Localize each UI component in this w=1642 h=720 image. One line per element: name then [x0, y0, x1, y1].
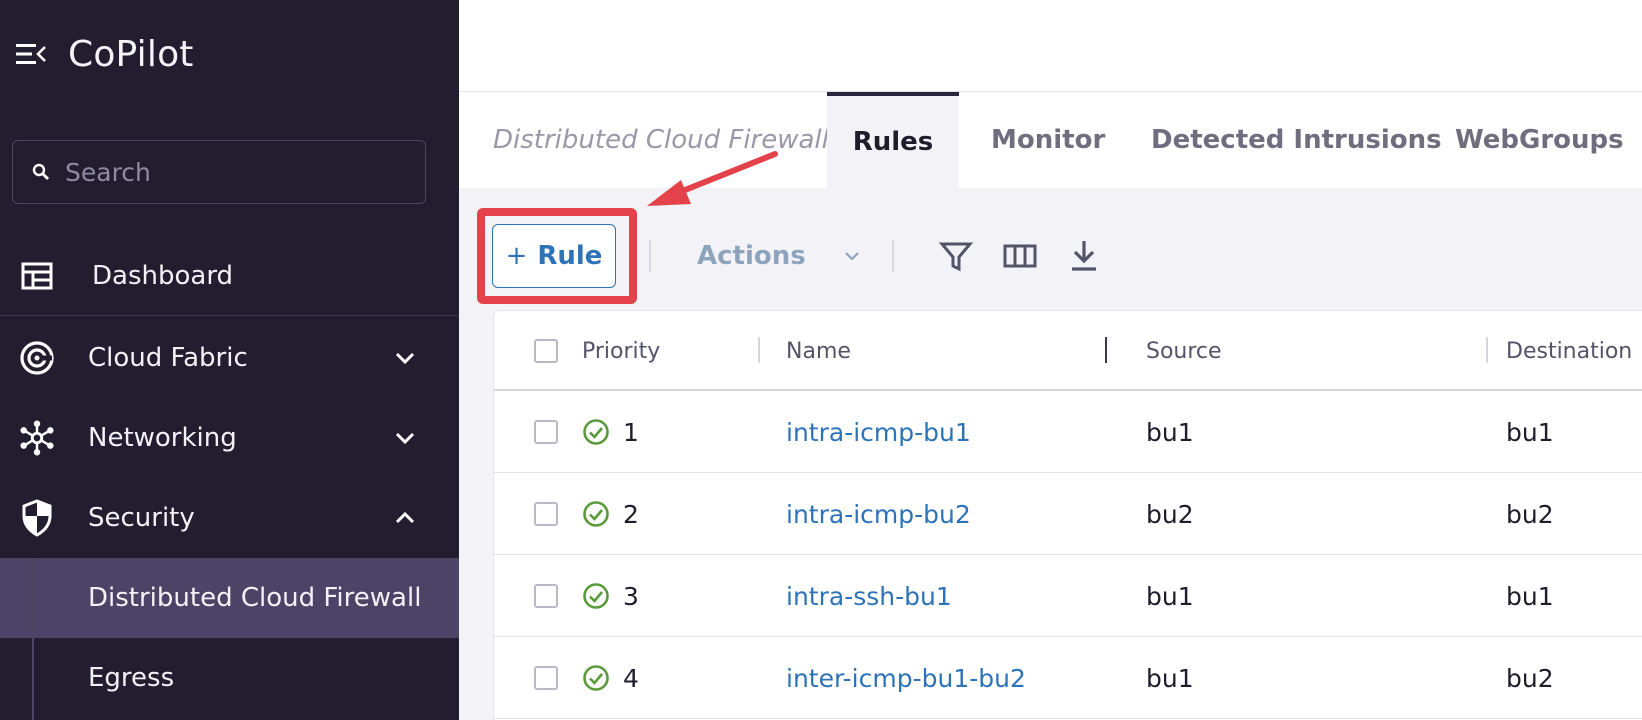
table-row[interactable]: 1 intra-icmp-bu1 bu1 bu1	[494, 391, 1642, 473]
table-row[interactable]: 2 intra-icmp-bu2 bu2 bu2	[494, 473, 1642, 555]
column-separator[interactable]	[758, 337, 760, 363]
column-header-priority[interactable]: Priority	[582, 311, 660, 391]
column-separator[interactable]	[1486, 337, 1488, 363]
sidebar-item-label: Networking	[88, 423, 237, 453]
submenu-guide-line	[32, 558, 34, 720]
chevron-up-icon[interactable]	[392, 505, 418, 531]
table-row[interactable]: 4 inter-icmp-bu1-bu2 bu1 bu2	[494, 637, 1642, 719]
sidebar-subitem-label: Egress	[88, 663, 175, 693]
add-rule-label: Rule	[537, 241, 603, 271]
cell-source: bu1	[1146, 581, 1194, 611]
cell-priority: 1	[623, 417, 639, 447]
column-header-destination[interactable]: Destination	[1506, 311, 1632, 391]
sidebar-item-label: Dashboard	[92, 260, 234, 291]
cell-name-link[interactable]: intra-ssh-bu1	[786, 555, 952, 637]
networking-icon	[18, 419, 56, 457]
toolbar: + Rule Actions	[459, 188, 1642, 306]
row-checkbox[interactable]	[534, 584, 558, 608]
cell-name-link[interactable]: intra-icmp-bu2	[786, 473, 971, 555]
table-header: Priority Name Source Destination	[494, 311, 1642, 391]
row-checkbox[interactable]	[534, 666, 558, 690]
cell-name-link[interactable]: inter-icmp-bu1-bu2	[786, 637, 1026, 719]
tab-monitor[interactable]: Monitor	[991, 92, 1105, 188]
app-title: CoPilot	[68, 33, 194, 75]
column-resize-handle[interactable]	[1105, 337, 1107, 363]
dashboard-icon	[18, 257, 56, 295]
top-bar	[459, 0, 1642, 92]
cell-priority: 3	[623, 581, 639, 611]
sidebar-subitem-distributed-cloud-firewall[interactable]: Distributed Cloud Firewall	[0, 558, 459, 638]
cell-source: bu1	[1146, 417, 1194, 447]
add-rule-button[interactable]: + Rule	[492, 224, 616, 288]
tab-detected-intrusions[interactable]: Detected Intrusions	[1151, 92, 1442, 188]
cell-destination: bu2	[1506, 499, 1554, 529]
tab-webgroups[interactable]: WebGroups	[1455, 92, 1624, 188]
breadcrumb: Distributed Cloud Firewall	[493, 125, 829, 155]
collapse-menu-icon[interactable]	[16, 42, 46, 66]
toolbar-divider	[892, 240, 894, 272]
tab-rules[interactable]: Rules	[827, 92, 959, 188]
shield-icon	[18, 499, 56, 537]
rules-table: Priority Name Source Destination 1 intra…	[493, 310, 1642, 720]
column-header-source[interactable]: Source	[1146, 311, 1222, 391]
sidebar-item-label: Cloud Fabric	[88, 343, 248, 373]
cell-source: bu1	[1146, 663, 1194, 693]
sidebar-item-cloud-fabric[interactable]: Cloud Fabric	[0, 318, 459, 398]
sidebar-item-label: Security	[88, 503, 195, 533]
cell-priority: 2	[623, 499, 639, 529]
columns-icon[interactable]	[1002, 238, 1038, 274]
table-row[interactable]: 3 intra-ssh-bu1 bu1 bu1	[494, 555, 1642, 637]
row-checkbox[interactable]	[534, 420, 558, 444]
tab-bar: Distributed Cloud Firewall Rules Monitor…	[459, 92, 1642, 188]
chevron-down-icon[interactable]	[392, 345, 418, 371]
sidebar-item-networking[interactable]: Networking	[0, 398, 459, 478]
check-circle-icon	[583, 501, 609, 527]
filter-icon[interactable]	[938, 238, 974, 274]
sidebar: CoPilot Dashboard Clou	[0, 0, 459, 720]
cell-destination: bu2	[1506, 663, 1554, 693]
cloud-fabric-icon	[18, 339, 56, 377]
brand: CoPilot	[16, 30, 194, 78]
cell-destination: bu1	[1506, 581, 1554, 611]
cell-source: bu2	[1146, 499, 1194, 529]
actions-label: Actions	[697, 241, 806, 271]
cell-name-link[interactable]: intra-icmp-bu1	[786, 391, 971, 473]
chevron-down-icon	[844, 252, 859, 261]
row-checkbox[interactable]	[534, 502, 558, 526]
search-box[interactable]	[12, 140, 426, 204]
sidebar-subitem-egress[interactable]: Egress	[0, 638, 459, 718]
sidebar-subitem-label: Distributed Cloud Firewall	[88, 583, 422, 613]
check-circle-icon	[583, 583, 609, 609]
column-header-name[interactable]: Name	[786, 311, 851, 391]
check-circle-icon	[583, 419, 609, 445]
actions-dropdown[interactable]: Actions	[697, 232, 862, 280]
search-input[interactable]	[65, 157, 405, 187]
plus-icon: +	[505, 241, 528, 271]
chevron-down-icon[interactable]	[392, 425, 418, 451]
search-icon	[32, 163, 49, 180]
toolbar-divider	[649, 240, 651, 272]
sidebar-item-dashboard[interactable]: Dashboard	[0, 236, 459, 316]
sidebar-item-security[interactable]: Security	[0, 478, 459, 558]
cell-priority: 4	[623, 663, 639, 693]
main-content: Distributed Cloud Firewall Rules Monitor…	[459, 0, 1642, 720]
check-circle-icon	[583, 665, 609, 691]
select-all-checkbox[interactable]	[534, 339, 558, 363]
download-icon[interactable]	[1066, 238, 1102, 274]
cell-destination: bu1	[1506, 417, 1554, 447]
